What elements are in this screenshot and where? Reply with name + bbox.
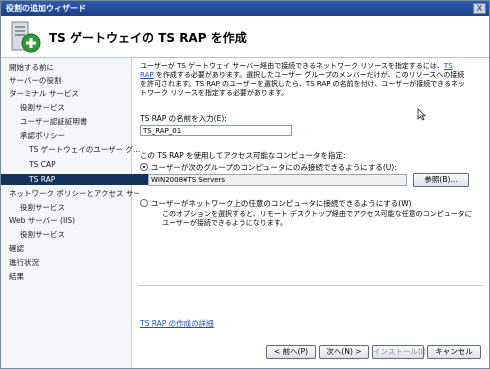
description-text: ユーザーが TS ゲートウェイ サーバー経由で接続できるネットワーク リソースを… <box>140 62 444 70</box>
server-add-icon <box>11 21 41 53</box>
nav-item-before-you-begin[interactable]: 開始する前に <box>1 62 139 73</box>
page-header: TS ゲートウェイの TS RAP を作成 <box>1 16 489 58</box>
window-title: 役割の追加ウィザード <box>6 4 86 13</box>
nav-item-results[interactable]: 結果 <box>1 271 139 282</box>
rap-name-label: TS RAP の名前を入力(E): <box>140 114 227 123</box>
cancel-button[interactable]: キャンセル <box>427 345 481 359</box>
nav-item-role-services[interactable]: 役割サービス <box>1 102 150 113</box>
next-button[interactable]: 次へ(N) > <box>319 345 369 359</box>
nav-item-authorization-policy[interactable]: 承認ポリシー <box>1 130 150 141</box>
nav-item-user-certificate[interactable]: ユーザー認証証明書 <box>1 116 150 127</box>
nav-item-nps[interactable]: ネットワーク ポリシーとアクセス サービ... <box>1 188 139 199</box>
page-title: TS ゲートウェイの TS RAP を作成 <box>49 31 247 45</box>
nav-item-server-roles[interactable]: サーバーの役割 <box>1 75 139 86</box>
group-only-radio[interactable] <box>140 163 148 171</box>
nav-item-web-server[interactable]: Web サーバー (IIS) <box>1 215 139 226</box>
wizard-window: 役割の追加ウィザード X TS ゲートウェイの TS RAP を作成 開始する前… <box>0 0 490 369</box>
nav-item-role-services-3[interactable]: 役割サービス <box>1 229 150 240</box>
description: ユーザーが TS ゲートウェイ サーバー経由で接続できるネットワーク リソースを… <box>140 62 468 98</box>
rap-name-input[interactable] <box>140 125 292 136</box>
any-computer-label[interactable]: ユーザーがネットワーク上の任意のコンピュータに接続できるようにする(W) <box>151 198 412 209</box>
computer-group-label: この TS RAP を使用してアクセス可能なコンピュータを指定: <box>140 151 346 160</box>
any-computer-radio[interactable] <box>140 199 148 207</box>
footer-divider <box>138 285 483 286</box>
back-button[interactable]: < 前へ(P) <box>266 345 316 359</box>
wizard-footer: < 前へ(P) 次へ(N) > インストール(I) キャンセル <box>132 285 489 368</box>
browse-button[interactable]: 参照(B)... <box>413 173 469 187</box>
nav-item-terminal-services[interactable]: ターミナル サービス <box>1 88 139 99</box>
mouse-cursor-icon <box>417 108 426 121</box>
close-button[interactable]: X <box>473 3 486 14</box>
computer-group-field: WIN2008¥TS Servers <box>148 174 407 186</box>
title-bar: 役割の追加ウィザード X <box>1 1 489 16</box>
description-rest: を作成する必要があります。選択したユーザー グループのメンバーだけが、このリソー… <box>140 71 466 97</box>
install-button[interactable]: インストール(I) <box>372 345 426 359</box>
group-only-label[interactable]: ユーザーが次のグループのコンピュータにのみ接続できるようにする(U): <box>151 162 397 173</box>
any-computer-note: このオプションを選択すると、リモート デスクトップ経由でアクセス可能な任意のコン… <box>162 210 472 227</box>
nav-item-confirmation[interactable]: 確認 <box>1 243 139 254</box>
nav-item-role-services-2[interactable]: 役割サービス <box>1 202 150 213</box>
nav-item-progress[interactable]: 進行状況 <box>1 257 139 268</box>
wizard-nav: 開始する前に サーバーの役割 ターミナル サービス 役割サービス ユーザー認証証… <box>1 58 159 368</box>
